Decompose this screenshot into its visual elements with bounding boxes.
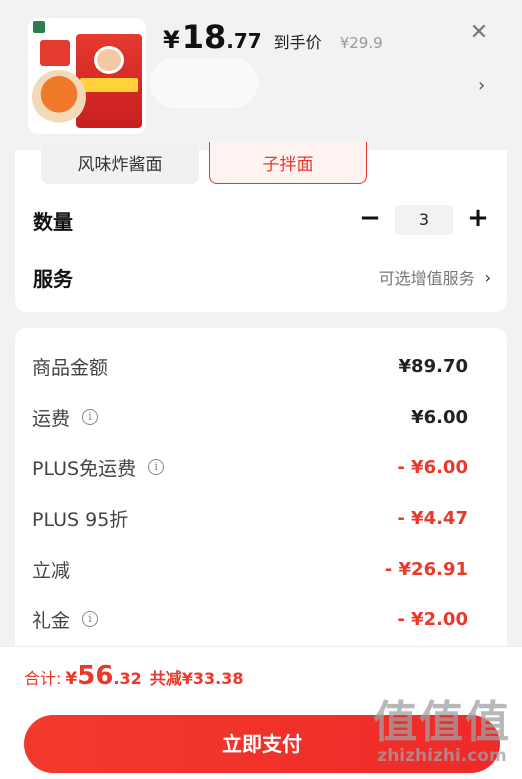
price-decimal: .77	[226, 29, 262, 53]
close-icon[interactable]: ✕	[468, 22, 490, 44]
total-symbol: ¥	[65, 669, 78, 689]
total-decimal: .32	[113, 669, 142, 688]
price-symbol: ¥	[163, 26, 180, 54]
summary-label: PLUS免运费 i	[32, 454, 165, 481]
chevron-right-icon[interactable]: ›	[478, 75, 485, 96]
summary-label-text: 立减	[32, 559, 71, 582]
price-summary-card: 商品金额 ¥89.70 运费 i ¥6.00 PLUS免运费 i - ¥6.00 P…	[15, 328, 507, 648]
service-label: 服务	[33, 266, 73, 291]
summary-row-instant-discount: 立减 - ¥26.91	[32, 554, 468, 584]
total-integer: 56	[77, 661, 114, 691]
minus-button[interactable]: −	[357, 205, 383, 233]
total-saved: 共减¥33.38	[149, 669, 244, 688]
quantity-input[interactable]: 3	[395, 205, 453, 235]
site-watermark: 值值值 zhizhizhi.com	[372, 697, 512, 767]
info-icon[interactable]: i	[82, 611, 99, 627]
summary-value: ¥89.70	[398, 355, 468, 377]
summary-label-text: PLUS 95折	[32, 508, 129, 531]
summary-value: - ¥4.47	[397, 507, 468, 529]
total-row: 合计: ¥ 56 .32 共减¥33.38	[24, 661, 244, 691]
summary-row-plus-free-shipping: PLUS免运费 i - ¥6.00	[32, 452, 468, 482]
summary-label-text: PLUS免运费	[32, 457, 137, 480]
blurred-selection-area[interactable]	[150, 58, 258, 108]
summary-value: - ¥2.00	[397, 608, 468, 630]
total-label: 合计:	[24, 669, 62, 688]
options-card: 风味炸酱面 子拌面 数量 − 3 + 服务 可选增值服务 ›	[15, 142, 507, 312]
chef-face-image	[94, 46, 124, 74]
summary-row-plus-discount: PLUS 95折 - ¥4.47	[32, 503, 468, 533]
package-label-band	[80, 78, 138, 92]
product-header: ¥ 18 .77 到手价 ¥29.9 ✕ ›	[0, 0, 522, 150]
chevron-right-icon: ›	[484, 267, 491, 287]
summary-value: - ¥26.91	[384, 558, 468, 580]
summary-value: ¥6.00	[411, 406, 468, 428]
service-selector[interactable]: 可选增值服务 ›	[379, 265, 491, 289]
summary-label: 立减	[32, 556, 70, 583]
service-value: 可选增值服务	[378, 269, 475, 288]
product-tag-image	[40, 40, 70, 66]
noodle-bowl-image	[32, 70, 86, 124]
quantity-row: 数量 − 3 +	[33, 200, 491, 240]
summary-label: 礼金 i	[32, 606, 99, 633]
service-row[interactable]: 服务 可选增值服务 ›	[33, 257, 491, 297]
summary-label-text: 礼金	[32, 609, 71, 632]
spec-option-zhajiang[interactable]: 风味炸酱面	[41, 142, 199, 184]
summary-label-text: 运费	[32, 407, 71, 430]
summary-label: 运费 i	[32, 404, 99, 431]
brand-logo-icon	[33, 21, 45, 33]
quantity-label: 数量	[33, 209, 73, 234]
price-tag: 到手价	[273, 33, 322, 52]
info-icon[interactable]: i	[148, 459, 165, 475]
summary-label: PLUS 95折	[32, 505, 128, 532]
original-price: ¥29.9	[339, 34, 383, 52]
summary-row-shipping: 运费 i ¥6.00	[32, 402, 468, 432]
price-row: ¥ 18 .77 到手价 ¥29.9	[163, 18, 383, 58]
price-integer: 18	[181, 18, 227, 56]
info-icon[interactable]: i	[82, 409, 99, 425]
product-thumbnail[interactable]	[28, 18, 146, 134]
spec-option-banmian-selected[interactable]: 子拌面	[209, 142, 367, 184]
noodle-package-image	[76, 34, 142, 128]
watermark-logo-text: 值值值	[373, 697, 511, 748]
summary-row-gift-money: 礼金 i - ¥2.00	[32, 604, 468, 634]
quantity-stepper: − 3 +	[357, 205, 491, 235]
watermark-url: zhizhizhi.com	[377, 746, 507, 766]
summary-value: - ¥6.00	[397, 456, 468, 478]
summary-label: 商品金额	[32, 353, 108, 380]
plus-button[interactable]: +	[465, 205, 491, 233]
summary-row-goods: 商品金额 ¥89.70	[32, 351, 468, 381]
summary-label-text: 商品金额	[32, 356, 109, 379]
